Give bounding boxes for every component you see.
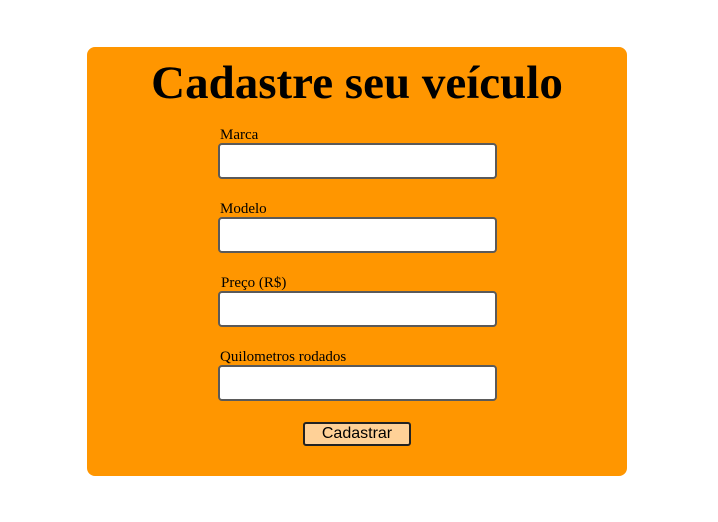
model-field-group: Modelo	[218, 201, 498, 253]
model-input[interactable]	[218, 217, 497, 253]
brand-label: Marca	[220, 127, 259, 143]
mileage-input[interactable]	[218, 365, 497, 401]
brand-field-group: Marca	[218, 127, 498, 179]
price-input[interactable]	[218, 291, 497, 327]
page-title: Cadastre seu veículo	[151, 57, 563, 109]
model-label: Modelo	[220, 201, 267, 217]
brand-input[interactable]	[218, 143, 497, 179]
mileage-field-group: Quilometros rodados	[218, 349, 498, 401]
price-label: Preço (R$)	[221, 275, 287, 291]
submit-button[interactable]: Cadastrar	[303, 422, 411, 446]
vehicle-registration-card: Cadastre seu veículo Marca Modelo Preço …	[87, 47, 627, 476]
price-field-group: Preço (R$)	[218, 275, 498, 327]
mileage-label: Quilometros rodados	[220, 349, 347, 365]
